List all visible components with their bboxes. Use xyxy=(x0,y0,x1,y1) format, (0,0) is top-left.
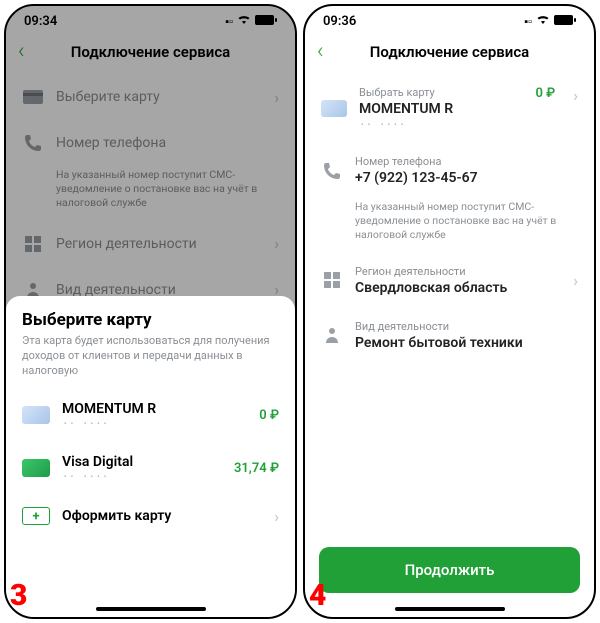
activity-field-label: Вид деятельности xyxy=(355,320,578,333)
clock: 09:36 xyxy=(323,14,356,29)
page-title: Подключение сервиса xyxy=(317,43,582,61)
continue-button-label: Продолжить xyxy=(405,561,495,579)
card-thumb-icon xyxy=(22,406,50,424)
card-picker-sheet: Выберите карту Эта карта будет использов… xyxy=(6,296,295,617)
signal-icon: ▪▫ xyxy=(524,15,532,28)
card-balance: 0 ₽ xyxy=(259,408,279,423)
chevron-right-icon: › xyxy=(573,86,578,105)
card-field-value: MOMENTUM R xyxy=(359,101,523,117)
selected-card-row[interactable]: Выбрать карту MOMENTUM R ·· ···· 0 ₽ › xyxy=(305,74,594,143)
phone-helper: На указанный номер поступит СМС-уведомле… xyxy=(305,198,594,253)
home-indicator[interactable] xyxy=(96,607,206,611)
card-balance: 31,74 ₽ xyxy=(234,461,279,476)
phone-row[interactable]: Номер телефона +7 (922) 123-45-67 xyxy=(305,143,594,198)
step-number-4: 4 xyxy=(309,578,326,613)
battery-icon xyxy=(554,15,576,28)
continue-button[interactable]: Продолжить xyxy=(319,547,580,593)
card-mask: ·· ···· xyxy=(62,417,247,430)
wifi-icon xyxy=(536,15,550,28)
card-name: Visa Digital xyxy=(62,454,222,470)
add-card-icon: + xyxy=(22,507,50,525)
card-thumb-icon xyxy=(22,459,50,477)
phone-icon xyxy=(321,160,343,182)
card-balance: 0 ₽ xyxy=(535,86,555,101)
step-number-3: 3 xyxy=(10,578,27,613)
region-row[interactable]: Регион деятельности Свердловская область… xyxy=(305,253,594,308)
card-field-label: Выбрать карту xyxy=(359,86,523,99)
card-thumb-icon xyxy=(321,100,347,117)
new-card-row[interactable]: + Оформить карту › xyxy=(6,495,295,538)
region-icon xyxy=(321,269,343,291)
card-mask: ·· ···· xyxy=(359,118,523,131)
activity-field-value: Ремонт бытовой техники xyxy=(355,335,578,351)
status-icons: ▪▫ xyxy=(524,15,576,28)
sheet-title: Выберите карту xyxy=(6,310,295,334)
phone-field-value: +7 (922) 123-45-67 xyxy=(355,170,578,186)
screen-3: 09:34 ▪▫ ‹ Подключение сервиса Выберите … xyxy=(4,4,297,619)
header: ‹ Подключение сервиса xyxy=(305,31,594,74)
status-bar: 09:36 ▪▫ xyxy=(305,6,594,31)
card-mask: ·· ···· xyxy=(62,470,222,483)
region-field-label: Регион деятельности xyxy=(355,265,561,278)
screen-4: 09:36 ▪▫ ‹ Подключение сервиса Выбрать к… xyxy=(303,4,596,619)
card-option-visa[interactable]: Visa Digital ·· ···· 31,74 ₽ xyxy=(6,442,295,495)
card-option-momentum[interactable]: MOMENTUM R ·· ···· 0 ₽ xyxy=(6,389,295,442)
new-card-label: Оформить карту xyxy=(62,508,262,524)
activity-icon xyxy=(321,324,343,346)
home-indicator[interactable] xyxy=(395,607,505,611)
phone-field-label: Номер телефона xyxy=(355,155,578,168)
chevron-right-icon: › xyxy=(274,507,279,526)
chevron-right-icon: › xyxy=(573,271,578,290)
sheet-subtitle: Эта карта будет использоваться для получ… xyxy=(6,334,295,389)
card-name: MOMENTUM R xyxy=(62,401,247,417)
region-field-value: Свердловская область xyxy=(355,280,561,296)
form-content: Выбрать карту MOMENTUM R ·· ···· 0 ₽ › Н… xyxy=(305,74,594,363)
activity-row[interactable]: Вид деятельности Ремонт бытовой техники xyxy=(305,308,594,363)
